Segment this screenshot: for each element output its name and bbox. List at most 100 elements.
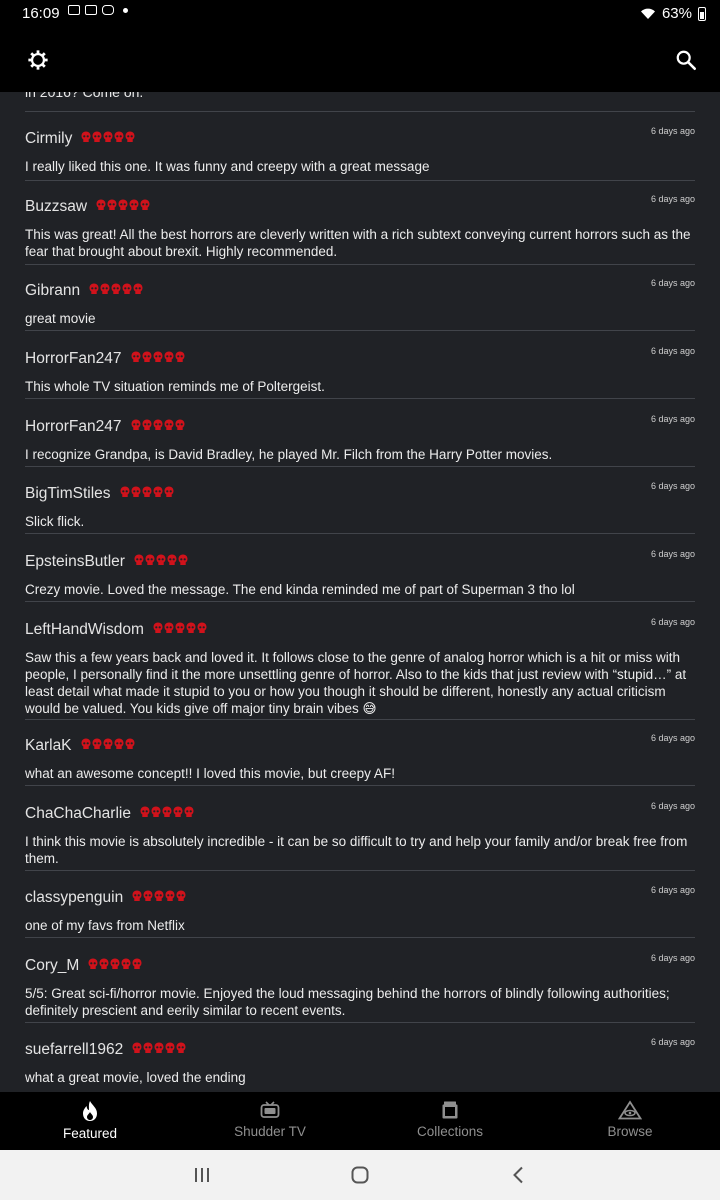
nav-browse[interactable]: Browse [540, 1092, 720, 1150]
back-button[interactable] [498, 1160, 538, 1190]
skull-icon [125, 130, 135, 142]
review-username: HorrorFan247 [25, 350, 122, 367]
system-nav-bar [0, 1150, 720, 1200]
bottom-nav: Featured Shudder TV Collections Browse [0, 1092, 720, 1150]
review-username: ChaChaCharlie [25, 805, 131, 822]
review-time: 6 days ago [650, 733, 695, 743]
skull-rating [81, 130, 135, 142]
skull-icon [122, 282, 132, 294]
skull-icon [131, 485, 141, 497]
skull-icon [178, 553, 188, 565]
skull-icon [153, 418, 163, 430]
skull-icon [92, 130, 102, 142]
skull-icon [154, 889, 164, 901]
review-time: 6 days ago [650, 617, 695, 627]
nav-label: Featured [62, 1126, 118, 1141]
review-time: 6 days ago [650, 481, 695, 491]
message-icon [68, 5, 80, 15]
review-time: 6 days ago [650, 953, 695, 963]
skull-icon [103, 737, 113, 749]
review-item: HorrorFan247 6 days ago I recognize Gran… [25, 414, 695, 467]
wifi-icon [640, 8, 655, 19]
skull-icon [88, 957, 98, 969]
skull-icon [125, 737, 135, 749]
review-text: what an awesome concept!! I loved this m… [25, 766, 395, 781]
search-button[interactable] [670, 44, 702, 76]
skull-icon [96, 198, 106, 210]
review-item: Buzzsaw 6 days ago This was great! All t… [25, 194, 695, 265]
status-bar: 16:09 63% [0, 0, 720, 28]
review-username: Cory_M [25, 957, 80, 974]
review-username: EpsteinsButler [25, 553, 125, 570]
review-username: suefarrell1962 [25, 1041, 124, 1058]
skull-icon [175, 350, 185, 362]
review-text: I think this movie is absolutely incredi… [25, 834, 688, 866]
review-time: 6 days ago [650, 194, 695, 204]
review-text: Saw this a few years back and loved it. … [25, 650, 687, 716]
skull-icon [89, 282, 99, 294]
skull-icon [176, 1041, 186, 1053]
notification-icons [68, 5, 128, 15]
skull-rating [96, 198, 150, 210]
skull-rating [120, 485, 174, 497]
review-text: I really liked this one. It was funny an… [25, 159, 430, 174]
skull-icon [153, 485, 163, 497]
skull-icon [103, 130, 113, 142]
skull-icon [132, 889, 142, 901]
review-item: ChaChaCharlie 6 days ago I think this mo… [25, 801, 695, 871]
skull-icon [129, 198, 139, 210]
skull-icon [143, 1041, 153, 1053]
skull-rating [89, 282, 143, 294]
skull-icon [131, 350, 141, 362]
review-text: great movie [25, 311, 96, 326]
review-item: KarlaK 6 days ago what an awesome concep… [25, 733, 695, 786]
more-notifications-icon [123, 7, 128, 13]
skull-icon [120, 485, 130, 497]
skull-icon [142, 418, 152, 430]
skull-icon [121, 957, 131, 969]
app-bar [0, 28, 720, 92]
review-time: 6 days ago [650, 1037, 695, 1047]
skull-icon [142, 485, 152, 497]
skull-icon [184, 805, 194, 817]
review-text-cutoff: in 2016? Come on. [25, 92, 144, 100]
skull-icon [100, 282, 110, 294]
skull-icon [165, 889, 175, 901]
recents-button[interactable] [182, 1160, 222, 1190]
back-icon [513, 1166, 523, 1184]
review-username: Cirmily [25, 130, 73, 147]
nav-label: Browse [607, 1124, 653, 1139]
battery-percent: 63% [661, 5, 692, 22]
review-username: BigTimStiles [25, 485, 111, 502]
skull-icon [134, 553, 144, 565]
home-button[interactable] [340, 1160, 380, 1190]
skull-icon [110, 957, 120, 969]
divider [25, 111, 695, 112]
review-item: HorrorFan247 6 days ago This whole TV si… [25, 346, 695, 399]
skull-icon [175, 621, 185, 633]
skull-icon [143, 889, 153, 901]
review-username: Gibrann [25, 282, 81, 299]
review-item: Cirmily 6 days ago I really liked this o… [25, 126, 695, 181]
reviews-list[interactable]: in 2016? Come on. Cirmily 6 days ago I r… [0, 92, 720, 1092]
mail-icon [85, 5, 97, 15]
skull-icon [175, 418, 185, 430]
skull-icon [114, 737, 124, 749]
triangle-eye-icon [618, 1100, 642, 1120]
search-icon [676, 50, 696, 70]
skull-rating [88, 957, 142, 969]
review-time: 6 days ago [650, 885, 695, 895]
skull-icon [145, 553, 155, 565]
review-text: Slick flick. [25, 514, 85, 529]
review-text: 5/5: Great sci-fi/horror movie. Enjoyed … [25, 986, 670, 1018]
nav-featured[interactable]: Featured [0, 1092, 180, 1150]
skull-icon [131, 418, 141, 430]
review-username: LeftHandWisdom [25, 621, 144, 638]
nav-collections[interactable]: Collections [360, 1092, 540, 1150]
settings-button[interactable] [22, 44, 54, 76]
skull-icon [164, 350, 174, 362]
skull-icon [151, 805, 161, 817]
review-text: This whole TV situation reminds me of Po… [25, 379, 325, 394]
nav-shudder-tv[interactable]: Shudder TV [180, 1092, 360, 1150]
gear-icon [28, 50, 48, 70]
